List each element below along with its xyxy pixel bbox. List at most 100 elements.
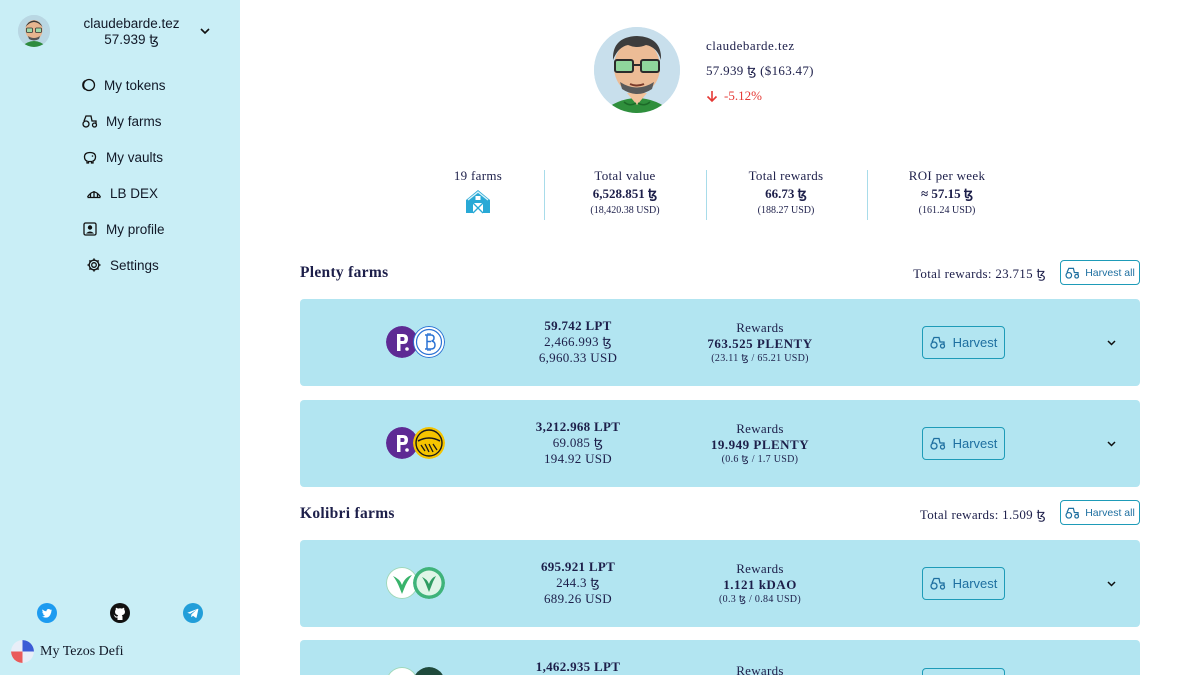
rewards-value: (23.11 ꜩ / 65.21 USD) — [711, 353, 809, 364]
nav-lb-dex[interactable]: LB DEX — [86, 183, 158, 203]
lp-position: 3,212.968 LPT 69.085 ꜩ 194.92 USD — [518, 419, 638, 467]
farm-card: 1,462.935 LPT Rewards — [300, 640, 1140, 675]
stat-total-value: Total value 6,528.851 ꜩ (18,420.38 USD) — [565, 168, 685, 216]
tractor-icon — [929, 577, 945, 590]
stat-label: Total value — [594, 168, 656, 183]
farm-card: 3,212.968 LPT 69.085 ꜩ 194.92 USD Reward… — [300, 400, 1140, 487]
nav-my-vaults[interactable]: My vaults — [82, 147, 163, 167]
farm-rewards: Rewards 19.949 PLENTY (0.6 ꜩ / 1.7 USD) — [685, 421, 835, 465]
nav-label: My profile — [106, 221, 165, 237]
token-pair — [386, 427, 446, 459]
nav-label: My farms — [106, 113, 162, 129]
nav-my-farms[interactable]: My farms — [82, 111, 162, 131]
rewards-amount: 19.949 PLENTY — [710, 437, 810, 452]
lpt-amount: 3,212.968 LPT — [535, 419, 621, 434]
divider — [867, 170, 868, 220]
tractor-icon — [1065, 507, 1080, 519]
tractor-icon — [1065, 267, 1080, 279]
stat-total-rewards: Total rewards 66.73 ꜩ (188.27 USD) — [726, 168, 846, 216]
gear-icon — [87, 258, 101, 272]
sidebar: claudebarde.tez 57.939 ꜩ My tokens My fa… — [0, 0, 240, 675]
app-logo-icon — [11, 640, 34, 663]
account-balance: 57.939 ꜩ — [104, 32, 159, 47]
section-total-rewards: Total rewards: 23.715 ꜩ — [913, 266, 1046, 281]
farm-rewards: Rewards 763.525 PLENTY (23.11 ꜩ / 65.21 … — [685, 320, 835, 364]
rewards-value: (0.6 ꜩ / 1.7 USD) — [721, 454, 799, 465]
chevron-down-icon[interactable] — [1106, 578, 1117, 589]
stat-usd: (18,420.38 USD) — [590, 205, 660, 216]
lpt-xtz: 69.085 ꜩ — [552, 435, 604, 450]
token-pair — [386, 326, 446, 358]
farm-count: 19 farms — [453, 168, 503, 183]
chevron-down-icon[interactable] — [1106, 337, 1117, 348]
nav-label: My vaults — [106, 149, 164, 165]
tractor-icon — [82, 115, 98, 128]
profile-icon — [83, 222, 97, 236]
harvest-label: Harvest — [952, 576, 998, 591]
section-total-rewards: Total rewards: 1.509 ꜩ — [919, 507, 1046, 522]
rewards-label: Rewards — [736, 320, 784, 335]
section-title-kolibri: Kolibri farms — [300, 505, 395, 522]
harvest-label: Harvest — [952, 436, 998, 451]
stat-roi: ROI per week ≈ 57.15 ꜩ (161.24 USD) — [887, 168, 1007, 216]
chevron-down-icon[interactable] — [199, 25, 211, 37]
barn-icon — [466, 190, 490, 214]
rewards-amount: 763.525 PLENTY — [707, 336, 813, 351]
lpt-usd: 194.92 USD — [543, 451, 612, 466]
stat-farms: 19 farms — [448, 168, 508, 219]
piggy-bank-icon — [83, 151, 97, 164]
token-pair — [386, 567, 446, 599]
rewards-label: Rewards — [736, 561, 784, 576]
balance-change: -5.12% — [706, 88, 762, 104]
farm-rewards: Rewards — [685, 661, 835, 675]
bank-icon — [86, 191, 102, 199]
telegram-icon[interactable] — [183, 603, 203, 623]
farm-rewards: Rewards 1.121 kDAO (0.3 ꜩ / 0.84 USD) — [685, 561, 835, 605]
lpt-usd: 6,960.33 USD — [538, 350, 618, 365]
harvest-button[interactable]: Harvest — [922, 326, 1005, 359]
profile-name: claudebarde.tez — [706, 38, 795, 53]
nav-settings[interactable]: Settings — [86, 255, 159, 275]
stat-value: 6,528.851 ꜩ — [592, 186, 658, 201]
change-percent: -5.12% — [724, 88, 762, 103]
tractor-icon — [929, 437, 945, 450]
rewards-label: Rewards — [736, 663, 784, 675]
stat-value: ≈ 57.15 ꜩ — [920, 186, 974, 201]
coins-icon — [82, 78, 96, 92]
chevron-down-icon[interactable] — [1106, 438, 1117, 449]
twitter-icon[interactable] — [37, 603, 57, 623]
nav-my-profile[interactable]: My profile — [82, 219, 165, 239]
github-icon[interactable] — [110, 603, 130, 623]
dark-token-icon — [415, 667, 443, 675]
tzbtc-token-icon — [413, 326, 445, 358]
stat-label: Total rewards — [748, 168, 824, 183]
stat-usd: (188.27 USD) — [757, 205, 815, 216]
avatar — [18, 15, 50, 47]
harvest-all-label: Harvest all — [1085, 266, 1135, 279]
section-title-plenty: Plenty farms — [300, 264, 389, 281]
harvest-button[interactable]: Harvest — [922, 567, 1005, 600]
app-brand[interactable]: My Tezos Defi — [11, 640, 124, 663]
token-pair — [386, 667, 446, 675]
stat-value: 66.73 ꜩ — [765, 186, 807, 201]
nav-my-tokens[interactable]: My tokens — [80, 75, 166, 95]
nav-label: Settings — [110, 257, 159, 273]
kolibri-token-icon — [388, 667, 416, 675]
lpt-xtz: 2,466.993 ꜩ — [544, 334, 612, 349]
arrow-down-icon — [706, 90, 718, 102]
harvest-all-button[interactable]: Harvest all — [1060, 260, 1140, 285]
harvest-all-label: Harvest all — [1085, 506, 1135, 519]
divider — [544, 170, 545, 220]
harvest-all-button[interactable]: Harvest all — [1060, 500, 1140, 525]
harvest-button[interactable]: Harvest — [922, 427, 1005, 460]
nav-label: LB DEX — [110, 185, 159, 201]
profile-balance: 57.939 ꜩ ($163.47) — [706, 63, 814, 78]
divider — [706, 170, 707, 220]
account-name: claudebarde.tez — [83, 16, 180, 31]
lpt-amount: 59.742 LPT — [544, 318, 612, 333]
lp-position: 59.742 LPT 2,466.993 ꜩ 6,960.33 USD — [518, 318, 638, 366]
account-switcher[interactable]: claudebarde.tez 57.939 ꜩ — [18, 15, 218, 49]
farm-card: 59.742 LPT 2,466.993 ꜩ 6,960.33 USD Rewa… — [300, 299, 1140, 386]
harvest-button[interactable] — [922, 668, 1005, 675]
lpt-amount: 695.921 LPT — [540, 559, 616, 574]
